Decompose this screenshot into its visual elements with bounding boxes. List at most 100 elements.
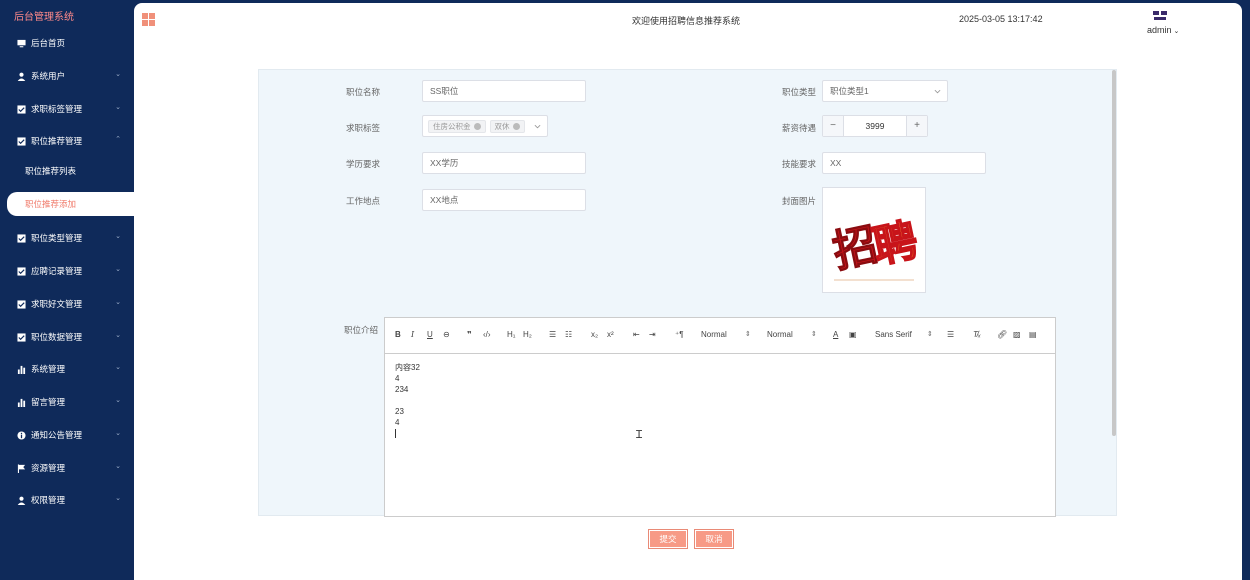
superscript-icon[interactable]: x² (607, 330, 614, 339)
sidebar-item-articles[interactable]: 求职好文管理 ⌄ (0, 291, 134, 317)
main-panel: 欢迎使用招聘信息推荐系统 2025-03-05 13:17:42 admin ⌄… (134, 3, 1242, 580)
salary-stepper[interactable]: − 3999 + (822, 115, 928, 137)
education-input[interactable]: XX学历 (422, 152, 586, 174)
chevron-down-icon: ⌄ (115, 233, 121, 240)
sidebar-item-applications[interactable]: 应聘记录管理 ⌄ (0, 258, 134, 284)
user-menu[interactable]: admin ⌄ (1147, 25, 1179, 35)
chevron-down-icon: ⌄ (115, 463, 121, 470)
job-name-input[interactable]: SS职位 (422, 80, 586, 102)
sidebar: 后台管理系统 后台首页 系统用户 ⌄ 求职标签管理 ⌄ 职位推荐管理 ⌃ 职位推… (0, 0, 134, 580)
content-line: 23 (395, 407, 404, 416)
subscript-icon[interactable]: x₂ (591, 330, 598, 339)
sidebar-item-job-tags[interactable]: 求职标签管理 ⌄ (0, 96, 134, 122)
sidebar-item-job-data[interactable]: 职位数据管理 ⌄ (0, 324, 134, 350)
header-select[interactable]: Normal ⇕ (767, 330, 819, 339)
sidebar-item-resources[interactable]: 资源管理 ⌄ (0, 455, 134, 481)
chevron-down-icon: ⌄ (115, 430, 121, 437)
sidebar-item-messages[interactable]: 留言管理 ⌄ (0, 389, 134, 415)
header2-icon[interactable]: H₂ (523, 330, 532, 339)
sidebar-item-label: 职位推荐列表 (25, 166, 77, 176)
location-input[interactable]: XX地点 (422, 189, 586, 211)
link-icon[interactable]: 🔗︎ (997, 330, 1007, 339)
blockquote-icon[interactable]: ❞ (467, 330, 472, 339)
sidebar-item-job-recommend[interactable]: 职位推荐管理 ⌃ (0, 128, 134, 154)
brand-title: 后台管理系统 (14, 12, 74, 23)
bullet-list-icon[interactable]: ☷ (565, 330, 572, 339)
strikethrough-icon[interactable]: ⊖ (443, 330, 450, 339)
avatar[interactable] (1151, 7, 1169, 23)
svg-text:聘: 聘 (869, 215, 920, 274)
outdent-icon[interactable]: ⇤ (633, 330, 640, 339)
chevron-down-icon: ⌄ (115, 397, 121, 404)
size-select[interactable]: Normal ⇕ (701, 330, 753, 339)
salary-decrement-button[interactable]: − (823, 116, 843, 136)
direction-icon[interactable]: ⁺¶ (675, 330, 684, 339)
tag-label: 双休 (494, 121, 510, 131)
ordered-list-icon[interactable]: ☰ (549, 330, 556, 339)
tag-label: 住房公积金 (433, 121, 471, 131)
chevron-down-icon (534, 124, 541, 129)
font-select[interactable]: Sans Serif ⇕ (875, 330, 933, 339)
sidebar-item-label: 职位数据管理 (31, 332, 83, 342)
cover-label: 封面图片 (781, 196, 816, 206)
sidebar-subitem-recommend-list[interactable]: 职位推荐列表 (0, 159, 134, 183)
updown-icon: ⇕ (811, 331, 817, 338)
clear-format-icon[interactable]: T̸ₓ (973, 330, 981, 339)
header-datetime: 2025-03-05 13:17:42 (959, 14, 1043, 24)
image-icon[interactable]: ▨ (1013, 330, 1021, 339)
updown-icon: ⇕ (745, 331, 751, 338)
content-line: 内容32 (395, 363, 420, 372)
checkbox-icon (16, 299, 26, 309)
flag-icon (16, 463, 26, 473)
job-type-select[interactable]: 职位类型1 (822, 80, 948, 102)
close-icon[interactable] (473, 123, 481, 130)
sidebar-item-notices[interactable]: 通知公告管理 ⌄ (0, 422, 134, 448)
sidebar-item-system[interactable]: 系统管理 ⌄ (0, 356, 134, 382)
user-icon (16, 71, 26, 81)
monitor-icon (16, 38, 26, 48)
salary-increment-button[interactable]: + (907, 116, 927, 136)
editor-toolbar: B I U ⊖ ❞ ‹/› H₁ H₂ ☰ ☷ x₂ x² ⇤ ⇥ ⁺¶ Nor… (385, 318, 1055, 354)
video-icon[interactable]: ▤ (1029, 330, 1037, 339)
sidebar-item-job-types[interactable]: 职位类型管理 ⌄ (0, 225, 134, 251)
submit-button[interactable]: 提交 (648, 529, 688, 549)
sidebar-item-label: 求职好文管理 (31, 299, 83, 309)
education-label: 学历要求 (345, 159, 380, 169)
chevron-down-icon: ⌄ (115, 71, 121, 78)
bold-icon[interactable]: B (395, 330, 401, 339)
menu-toggle-icon[interactable] (142, 13, 155, 26)
sidebar-item-label: 留言管理 (31, 397, 66, 407)
checkbox-icon (16, 332, 26, 342)
job-tags-label: 求职标签 (345, 123, 380, 133)
editor-content[interactable]: 内容32 4 234 23 4 (385, 354, 1055, 447)
sidebar-item-label: 系统用户 (31, 71, 66, 81)
header-title: 欢迎使用招聘信息推荐系统 (632, 16, 741, 26)
tag-chip: 双休 (489, 120, 525, 133)
cancel-button[interactable]: 取消 (694, 529, 734, 549)
sidebar-subitem-recommend-add[interactable]: 职位推荐添加 (7, 192, 134, 216)
salary-value[interactable]: 3999 (843, 116, 907, 136)
sidebar-item-label: 通知公告管理 (31, 430, 83, 440)
skills-input[interactable]: XX (822, 152, 986, 174)
indent-icon[interactable]: ⇥ (649, 330, 656, 339)
italic-icon[interactable]: I (411, 330, 414, 339)
sidebar-item-system-users[interactable]: 系统用户 ⌄ (0, 63, 134, 89)
sidebar-item-home[interactable]: 后台首页 (0, 30, 134, 56)
sidebar-item-permissions[interactable]: 权限管理 ⌄ (0, 487, 134, 513)
align-icon[interactable]: ☰ (947, 330, 954, 339)
chevron-up-icon: ⌃ (115, 136, 121, 143)
bar-chart-icon (16, 397, 26, 407)
sidebar-item-label: 求职标签管理 (31, 104, 83, 114)
skills-label: 技能要求 (781, 159, 816, 169)
text-caret (395, 428, 1045, 439)
header1-icon[interactable]: H₁ (507, 330, 515, 339)
job-tags-select[interactable]: 住房公积金 双休 (422, 115, 548, 137)
background-color-icon[interactable]: ▣ (849, 330, 857, 339)
code-icon[interactable]: ‹/› (483, 330, 491, 339)
cover-image[interactable]: 招 聘 (822, 187, 926, 293)
underline-icon[interactable]: U (427, 330, 433, 339)
sidebar-item-label: 系统管理 (31, 364, 66, 374)
scrollbar[interactable] (1112, 70, 1116, 436)
close-icon[interactable] (512, 123, 520, 130)
font-color-icon[interactable]: A (833, 330, 838, 339)
